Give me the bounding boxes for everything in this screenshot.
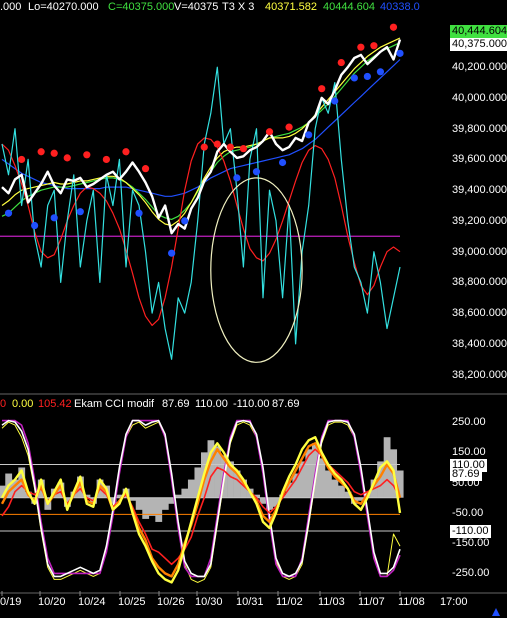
time-axis-label: 11/03 bbox=[318, 596, 345, 608]
price-axis-label: 39,200.000 bbox=[452, 214, 507, 227]
histogram-bar bbox=[135, 497, 143, 510]
price-axis-label: 39,400.000 bbox=[452, 184, 507, 197]
cci-axis-label: 250.00 bbox=[452, 416, 486, 429]
time-axis-label: 10/25 bbox=[118, 596, 146, 608]
signal-dot-red bbox=[389, 23, 398, 31]
time-axis-label: 0/19 bbox=[0, 596, 22, 608]
signal-dot-red bbox=[213, 140, 221, 148]
signal-dot-red bbox=[122, 148, 130, 156]
signal-dot-red bbox=[200, 143, 208, 151]
signal-dot-blue bbox=[233, 174, 241, 182]
histogram-bar bbox=[181, 488, 189, 498]
signal-dot-blue bbox=[331, 97, 339, 105]
cci-badge-lower: -110.00 bbox=[450, 525, 491, 538]
signal-dot-blue bbox=[168, 249, 176, 257]
signal-dot-blue bbox=[278, 158, 287, 167]
signal-dot-red bbox=[141, 165, 150, 173]
signal-dot-blue bbox=[363, 72, 371, 81]
signal-dot-red bbox=[226, 143, 234, 151]
cci-axis-label: 50.00 bbox=[452, 476, 480, 489]
cci-header-b: 0.00 bbox=[12, 398, 34, 410]
histogram-bar bbox=[142, 497, 150, 519]
cci-title: Ekam CCI modif bbox=[74, 398, 155, 410]
price-axis-label: 38,600.000 bbox=[452, 307, 507, 320]
arrow-up-icon bbox=[492, 608, 500, 616]
signal-dot-blue bbox=[31, 221, 39, 230]
cci-header-g: 87.69 bbox=[272, 398, 300, 410]
time-axis-label: 11/02 bbox=[276, 596, 303, 608]
annotation-ellipse bbox=[210, 177, 303, 363]
signal-dot-blue bbox=[181, 217, 189, 225]
signal-dot-red bbox=[102, 155, 110, 164]
cci-header-d: 87.69 bbox=[162, 398, 190, 410]
cci-series-thin_yellow bbox=[1, 421, 401, 583]
signal-dot-blue bbox=[76, 208, 84, 216]
signal-dot-red bbox=[63, 154, 71, 162]
price-axis-label: 39,000.000 bbox=[452, 245, 507, 258]
price-axis-label: 38,400.000 bbox=[452, 337, 507, 350]
histogram-bar bbox=[338, 485, 345, 498]
time-axis-label: 11/08 bbox=[398, 596, 425, 608]
cci-header-c: 105.42 bbox=[38, 398, 72, 410]
histogram-bar bbox=[331, 479, 339, 498]
signal-dot-blue bbox=[396, 49, 404, 57]
signal-dot-red bbox=[337, 58, 345, 67]
signal-dot-blue bbox=[350, 74, 358, 82]
price-badge-green: 40,444.604 bbox=[450, 25, 507, 38]
signal-dot-red bbox=[265, 128, 274, 136]
signal-dot-blue bbox=[50, 214, 58, 222]
signal-dot-red bbox=[83, 151, 91, 159]
cci-axis-label: -50.00 bbox=[452, 506, 484, 519]
signal-dot-blue bbox=[376, 68, 385, 76]
signal-dot-red bbox=[239, 145, 248, 153]
price-axis-label: 39,800.000 bbox=[452, 122, 507, 135]
signal-dot-red bbox=[17, 155, 26, 164]
signal-dot-red bbox=[318, 85, 326, 93]
cci-axis-label: -250.00 bbox=[452, 567, 490, 580]
cci-header-e: 110.00 bbox=[195, 398, 228, 410]
series-red bbox=[1, 137, 401, 326]
time-axis-label: 10/24 bbox=[78, 596, 106, 608]
cci-axis-label: -150.00 bbox=[452, 537, 490, 550]
histogram-bar bbox=[187, 479, 195, 498]
cci-header-f: -110.00 bbox=[233, 398, 270, 410]
signal-dot-red bbox=[357, 43, 365, 51]
cci-series-magenta bbox=[2, 419, 401, 578]
time-axis-label: 17:00 bbox=[440, 596, 468, 608]
series-yellow bbox=[1, 37, 401, 227]
cci-pane bbox=[0, 419, 404, 584]
histogram-bar bbox=[155, 497, 163, 522]
cci-series-white bbox=[1, 419, 401, 578]
signal-dot-red bbox=[285, 123, 293, 131]
series-price bbox=[1, 39, 402, 235]
signal-dot-red bbox=[50, 149, 58, 157]
time-axis-label: 10/30 bbox=[195, 596, 223, 608]
time-axis-label: 10/20 bbox=[38, 596, 66, 608]
price-badge-white: 40,375.000 bbox=[450, 38, 507, 51]
series-cyan bbox=[1, 66, 401, 360]
chart-canvas bbox=[0, 23, 507, 616]
cci-header-a: 0 bbox=[0, 398, 7, 410]
signal-dot-blue bbox=[252, 168, 261, 176]
histogram-bar bbox=[148, 497, 156, 516]
signal-dot-red bbox=[370, 42, 378, 50]
price-axis-label: 40,000.000 bbox=[452, 91, 507, 104]
histogram-bar bbox=[324, 470, 332, 498]
price-axis-label: 38,200.000 bbox=[452, 368, 507, 381]
histogram-bar bbox=[161, 497, 169, 510]
cci-axis-label: 150.00 bbox=[452, 446, 486, 459]
price-axis-label: 40,200.000 bbox=[452, 61, 507, 74]
time-axis-label: 10/26 bbox=[157, 596, 185, 608]
price-axis-label: 38,800.000 bbox=[452, 276, 507, 289]
time-axis-label: 10/31 bbox=[236, 596, 264, 608]
signal-dot-blue bbox=[4, 209, 13, 217]
signal-dot-blue bbox=[135, 209, 143, 217]
price-pane bbox=[0, 23, 404, 363]
signal-dot-blue bbox=[305, 131, 313, 139]
signal-dot-red bbox=[37, 148, 45, 156]
time-axis-label: 11/07 bbox=[358, 596, 385, 608]
price-axis-label: 39,600.000 bbox=[452, 153, 507, 166]
